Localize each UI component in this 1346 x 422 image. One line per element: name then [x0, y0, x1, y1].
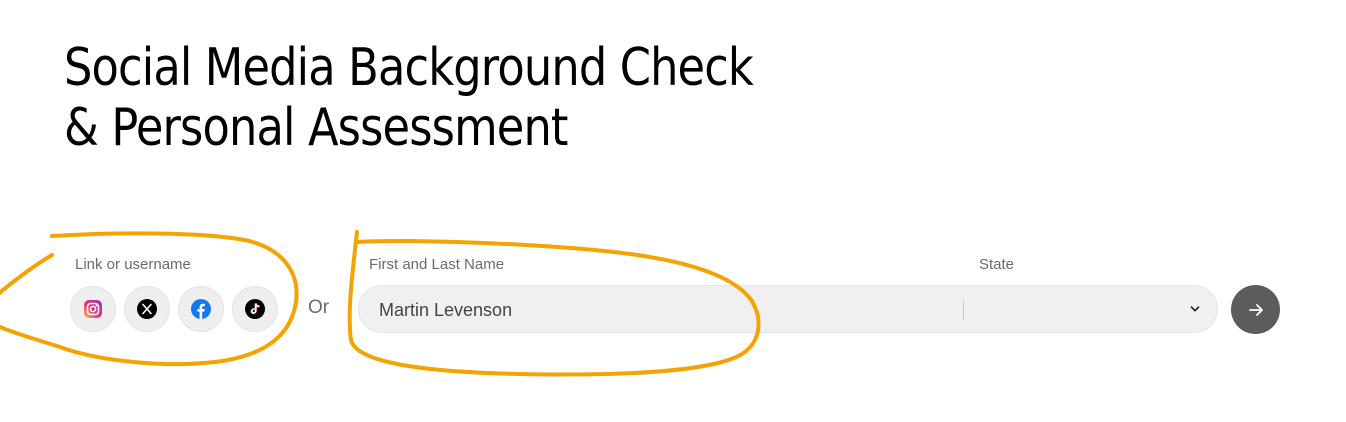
page-title: Social Media Background Check & Personal… — [64, 38, 754, 158]
title-line-2: & Personal Assessment — [64, 98, 568, 158]
field-divider — [963, 300, 964, 320]
arrow-right-icon — [1248, 303, 1263, 316]
state-select[interactable] — [969, 286, 1219, 332]
facebook-button[interactable] — [178, 286, 224, 332]
submit-search-button[interactable] — [1231, 285, 1280, 334]
tiktok-icon — [245, 299, 265, 319]
state-field-label: State — [979, 256, 1015, 273]
chevron-down-icon — [1190, 306, 1200, 312]
facebook-icon — [191, 299, 211, 319]
instagram-icon — [84, 300, 102, 318]
or-separator: Or — [308, 297, 330, 318]
x-icon — [137, 299, 157, 319]
search-bar — [358, 285, 1218, 333]
title-line-1: Social Media Background Check — [64, 38, 754, 98]
link-or-username-label: Link or username — [75, 256, 191, 273]
x-twitter-button[interactable] — [124, 286, 170, 332]
tiktok-button[interactable] — [232, 286, 278, 332]
instagram-button[interactable] — [70, 286, 116, 332]
name-input[interactable] — [379, 298, 939, 322]
name-field-label: First and Last Name — [369, 256, 505, 273]
